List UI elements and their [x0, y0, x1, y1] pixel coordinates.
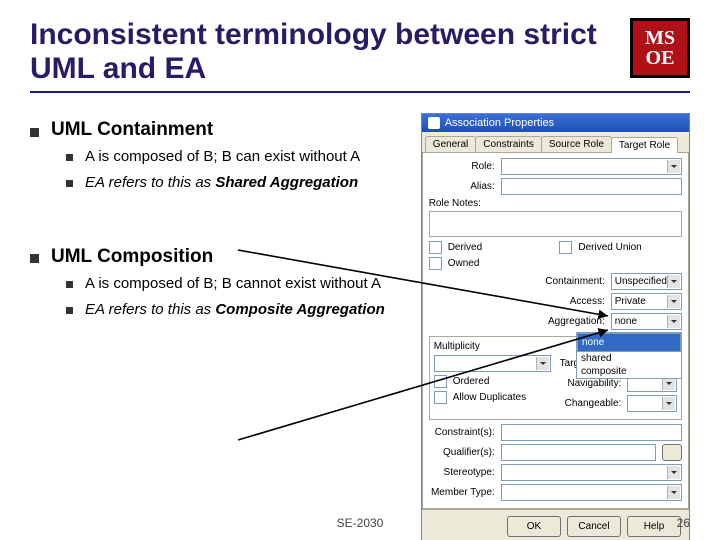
label-ordered: Ordered [453, 376, 490, 387]
item-text: A is composed of B; B cannot exist witho… [85, 274, 381, 294]
dialog-pane: Role: Alias: Role Notes: Derived Owned [422, 153, 689, 509]
heading-text: UML Containment [51, 119, 213, 141]
derived-union-checkbox[interactable] [559, 241, 572, 254]
logo-line1: MS [645, 28, 675, 48]
tab-constraints[interactable]: Constraints [475, 136, 542, 152]
dialog-tabs: General Constraints Source Role Target R… [422, 132, 689, 153]
label-stereotype: Stereotype: [429, 467, 495, 478]
dialog-titlebar[interactable]: Association Properties [422, 114, 689, 132]
derived-checkbox[interactable] [429, 241, 442, 254]
content-column: UML Containment A is composed of B; B ca… [30, 113, 415, 540]
item-text: EA refers to this as Composite Aggregati… [85, 300, 385, 320]
constraints-input[interactable] [501, 424, 682, 441]
heading-text: UML Composition [51, 246, 213, 268]
bullet-icon [66, 154, 73, 161]
slide-title: Inconsistent terminology between strict … [30, 18, 614, 85]
item-text: EA refers to this as Shared Aggregation [85, 173, 358, 193]
label-alias: Alias: [429, 181, 495, 192]
label-aggregation: Aggregation: [543, 316, 605, 327]
dialog-title: Association Properties [445, 117, 554, 129]
qualifiers-input[interactable] [501, 444, 656, 461]
label-member-type: Member Type: [429, 487, 495, 498]
list-item: EA refers to this as Composite Aggregati… [66, 300, 415, 320]
label-derived: Derived [448, 242, 482, 253]
role-notes-textarea[interactable] [429, 211, 682, 237]
dialog-column: Association Properties General Constrain… [421, 113, 690, 540]
aggregation-option-shared[interactable]: shared [577, 352, 681, 365]
multiplicity-select[interactable] [434, 355, 552, 372]
bullet-icon [30, 254, 39, 263]
section-heading-containment: UML Containment [30, 119, 415, 141]
stereotype-select[interactable] [501, 464, 682, 481]
msoe-logo: MS OE [630, 18, 690, 78]
tab-general[interactable]: General [425, 136, 477, 152]
aggregation-option-composite[interactable]: composite [577, 365, 681, 378]
role-select[interactable] [501, 158, 682, 175]
list-item: A is composed of B; B can exist without … [66, 147, 415, 167]
label-changeable: Changeable: [559, 398, 621, 409]
access-select[interactable]: Private [611, 293, 682, 310]
aggregation-option-none[interactable]: none [577, 333, 681, 352]
bullet-icon [30, 128, 39, 137]
bullet-icon [66, 307, 73, 314]
section-heading-composition: UML Composition [30, 246, 415, 268]
member-type-select[interactable] [501, 484, 682, 501]
label-qualifiers: Qualifier(s): [429, 447, 495, 458]
item-text: A is composed of B; B can exist without … [85, 147, 360, 167]
list-item: EA refers to this as Shared Aggregation [66, 173, 415, 193]
footer-course: SE-2030 [0, 516, 720, 530]
label-constraints: Constraint(s): [429, 427, 495, 438]
owned-checkbox[interactable] [429, 257, 442, 270]
page-number: 26 [677, 516, 690, 530]
bullet-icon [66, 180, 73, 187]
label-containment: Containment: [543, 276, 605, 287]
label-access: Access: [543, 296, 605, 307]
window-icon [428, 117, 440, 129]
changeable-select[interactable] [627, 395, 677, 412]
list-item: A is composed of B; B cannot exist witho… [66, 274, 415, 294]
allow-duplicates-checkbox[interactable] [434, 391, 447, 404]
label-owned: Owned [448, 258, 480, 269]
title-rule [30, 91, 690, 93]
label-navigability: Navigability: [559, 378, 621, 389]
qualifiers-browse-button[interactable] [662, 444, 682, 461]
containment-select[interactable]: Unspecified [611, 273, 682, 290]
aggregation-select[interactable]: none [611, 313, 682, 330]
label-allow-duplicates: Allow Duplicates [453, 392, 526, 403]
bullet-icon [66, 281, 73, 288]
aggregation-dropdown-list[interactable]: none shared composite [576, 332, 682, 379]
label-derived-union: Derived Union [578, 242, 641, 253]
association-properties-dialog: Association Properties General Constrain… [421, 113, 690, 540]
label-role: Role: [429, 161, 495, 172]
label-role-notes: Role Notes: [429, 198, 682, 209]
tab-target-role[interactable]: Target Role [611, 137, 678, 153]
ordered-checkbox[interactable] [434, 375, 447, 388]
alias-input[interactable] [501, 178, 682, 195]
tab-source-role[interactable]: Source Role [541, 136, 612, 152]
logo-line2: OE [646, 48, 675, 68]
